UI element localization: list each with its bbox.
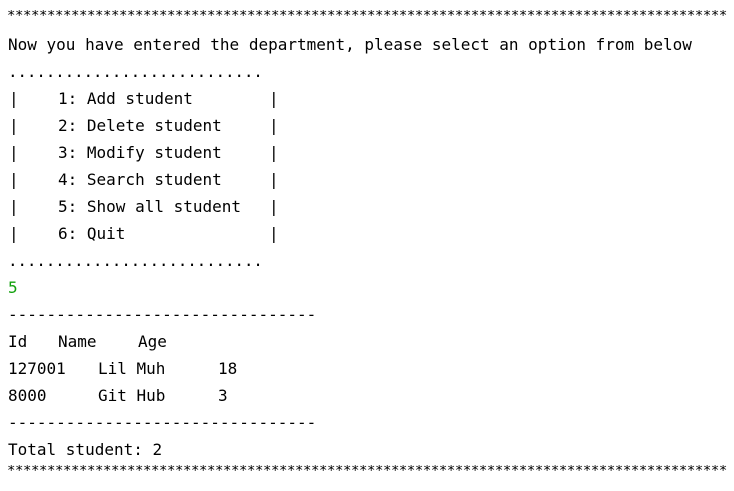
row-1-age: 18 bbox=[218, 359, 238, 378]
menu-left-border: | bbox=[9, 170, 19, 189]
menu-item-label: 1: Add student bbox=[58, 89, 193, 108]
console-output: ****************************************… bbox=[0, 0, 734, 491]
menu-item-search: | 4: Search student | bbox=[8, 170, 279, 189]
menu-left-border: | bbox=[9, 143, 19, 162]
header-id: Id bbox=[8, 332, 28, 351]
menu-item-label: 5: Show all student bbox=[58, 197, 242, 216]
menu-item-show-all: | 5: Show all student | bbox=[8, 197, 279, 216]
menu-item-quit: | 6: Quit | bbox=[8, 224, 279, 243]
row-1-name: Lil Muh bbox=[98, 359, 166, 378]
menu-item-label: 6: Quit bbox=[58, 224, 126, 243]
user-input-echo: 5 bbox=[8, 278, 18, 297]
menu-right-border: | bbox=[269, 143, 279, 162]
menu-right-border: | bbox=[269, 197, 279, 216]
row-2-id: 8000 bbox=[8, 386, 47, 405]
menu-bottom-border: ........................... bbox=[8, 251, 263, 270]
menu-item-label: 3: Modify student bbox=[58, 143, 222, 162]
menu-right-border: | bbox=[269, 89, 279, 108]
header-age: Age bbox=[138, 332, 167, 351]
menu-item-delete: | 2: Delete student | bbox=[8, 116, 279, 135]
menu-item-modify: | 3: Modify student | bbox=[8, 143, 279, 162]
menu-right-border: | bbox=[269, 116, 279, 135]
intro-message: Now you have entered the department, ple… bbox=[8, 35, 692, 54]
bottom-star-rule: ****************************************… bbox=[7, 465, 727, 477]
menu-right-border: | bbox=[269, 170, 279, 189]
menu-left-border: | bbox=[9, 224, 19, 243]
table-top-divider: -------------------------------- bbox=[8, 305, 317, 324]
menu-top-border: ........................... bbox=[8, 62, 263, 81]
total-students: Total student: 2 bbox=[8, 440, 163, 459]
menu-left-border: | bbox=[9, 89, 19, 108]
menu-item-add: | 1: Add student | bbox=[8, 89, 279, 108]
row-2-age: 3 bbox=[218, 386, 228, 405]
menu-right-border: | bbox=[269, 224, 279, 243]
menu-left-border: | bbox=[9, 197, 19, 216]
row-2-name: Git Hub bbox=[98, 386, 166, 405]
header-name: Name bbox=[58, 332, 97, 351]
menu-item-label: 2: Delete student bbox=[58, 116, 222, 135]
top-star-rule: ****************************************… bbox=[7, 10, 727, 22]
menu-left-border: | bbox=[9, 116, 19, 135]
menu-item-label: 4: Search student bbox=[58, 170, 222, 189]
table-bottom-divider: -------------------------------- bbox=[8, 413, 317, 432]
row-1-id: 127001 bbox=[8, 359, 66, 378]
